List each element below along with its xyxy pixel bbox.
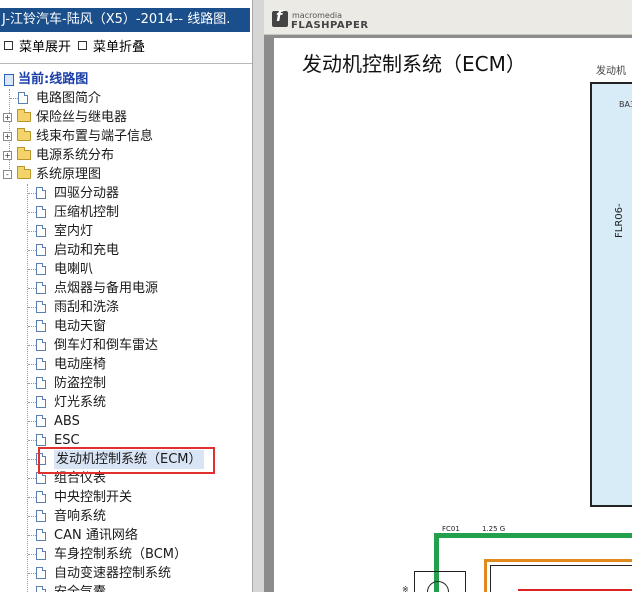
document-icon: [36, 491, 46, 503]
tree-item-schematic[interactable]: 压缩机控制: [0, 203, 240, 222]
expand-icon[interactable]: +: [3, 132, 12, 141]
document-icon: [36, 377, 46, 389]
ecm-pin-label: BA3: [619, 100, 632, 109]
document-icon: [36, 586, 46, 592]
ecm-module-box: [590, 82, 632, 507]
document-icon: [36, 567, 46, 579]
document-icon: [36, 225, 46, 237]
document-icon: [36, 339, 46, 351]
document-icon: [36, 301, 46, 313]
connector-body: [490, 565, 632, 592]
selection-annotation-box: [38, 447, 215, 474]
document-icon: [36, 358, 46, 370]
expand-icon[interactable]: +: [3, 113, 12, 122]
expand-icon[interactable]: +: [3, 151, 12, 160]
tree-folder-schematics[interactable]: - 系统原理图: [0, 165, 200, 184]
red-wire: [518, 589, 632, 591]
expand-menu-button[interactable]: 菜单展开: [4, 36, 71, 55]
document-icon: [36, 529, 46, 541]
document-icon: [36, 510, 46, 522]
document-icon: [36, 187, 46, 199]
document-icon: [36, 320, 46, 332]
document-icon: [36, 434, 46, 446]
tree-item-schematic[interactable]: 倒车灯和倒车雷达: [0, 336, 240, 355]
tree-item-schematic[interactable]: 点烟器与备用电源: [0, 279, 240, 298]
tree-item-schematic[interactable]: 四驱分动器: [0, 184, 240, 203]
folder-icon: [17, 147, 31, 160]
tree-item-schematic[interactable]: ABS: [0, 412, 240, 431]
flashpaper-logo-icon: [272, 9, 288, 27]
viewer-toolbar: macromedia FLASHPAPER: [264, 0, 632, 35]
folder-icon: [17, 128, 31, 141]
divider: [0, 63, 252, 64]
collapse-menu-button[interactable]: 菜单折叠: [78, 36, 145, 55]
tree-item-schematic[interactable]: 室内灯: [0, 222, 240, 241]
tree-folder-fuses[interactable]: + 保险丝与继电器: [0, 108, 200, 127]
tree-item-schematic[interactable]: CAN 通讯网络: [0, 526, 240, 545]
wire-code-label: FC01: [442, 525, 460, 533]
tree-item-schematic[interactable]: 电动天窗: [0, 317, 240, 336]
document-icon: [36, 548, 46, 560]
ecm-connector-label: FLR06-: [614, 203, 625, 238]
green-wire: [434, 533, 632, 538]
tree-folder-harness[interactable]: + 线束布置与端子信息: [0, 127, 200, 146]
document-icon: [36, 396, 46, 408]
square-icon: [4, 41, 13, 50]
tree-item-schematic[interactable]: 电喇叭: [0, 260, 240, 279]
page-title: 发动机控制系统（ECM）: [302, 52, 526, 76]
component-mark: ※: [402, 585, 409, 592]
document-icon: [36, 282, 46, 294]
document-icon: [36, 263, 46, 275]
tree-item-schematic[interactable]: 防盗控制: [0, 374, 240, 393]
flashpaper-viewer: macromedia FLASHPAPER 发动机控制系统（ECM） 发动机 B…: [264, 0, 632, 592]
collapse-icon[interactable]: -: [3, 170, 12, 179]
tree-item-intro[interactable]: 电路图简介: [0, 89, 200, 108]
tree-item-schematic[interactable]: 安全气囊: [0, 583, 240, 592]
logo-vendor: macromedia: [292, 11, 343, 20]
tree-item-schematic[interactable]: 音响系统: [0, 507, 240, 526]
document-page[interactable]: 发动机控制系统（ECM） 发动机 BA3 FLR06- FC01 1.25 G …: [274, 38, 632, 592]
document-title-bar: J-江铃汽车-陆风（X5）-2014-- 线路图.: [0, 8, 250, 32]
tree-item-schematic[interactable]: 中央控制开关: [0, 488, 240, 507]
folder-icon: [17, 109, 31, 122]
document-icon: [36, 415, 46, 427]
logo-product: FLASHPAPER: [291, 20, 369, 31]
tree-folder-power[interactable]: + 电源系统分布: [0, 146, 200, 165]
tree-item-schematic[interactable]: 自动变速器控制系统: [0, 564, 240, 583]
navigation-panel: J-江铃汽车-陆风（X5）-2014-- 线路图. 菜单展开 菜单折叠 当前:线…: [0, 0, 252, 592]
square-icon: [78, 41, 87, 50]
page-header-text: 发动机: [596, 66, 626, 77]
tree-item-schematic[interactable]: 车身控制系统（BCM）: [0, 545, 240, 564]
document-icon: [4, 74, 14, 86]
folder-open-icon: [17, 166, 31, 179]
tree-item-schematic[interactable]: 雨刮和洗涤: [0, 298, 240, 317]
tree-item-schematic[interactable]: 电动座椅: [0, 355, 240, 374]
document-icon: [36, 206, 46, 218]
tree-item-schematic[interactable]: 启动和充电: [0, 241, 240, 260]
wire-spec-label: 1.25 G: [482, 525, 506, 533]
document-icon: [36, 244, 46, 256]
tree-item-schematic[interactable]: 灯光系统: [0, 393, 240, 412]
document-icon: [18, 92, 28, 104]
